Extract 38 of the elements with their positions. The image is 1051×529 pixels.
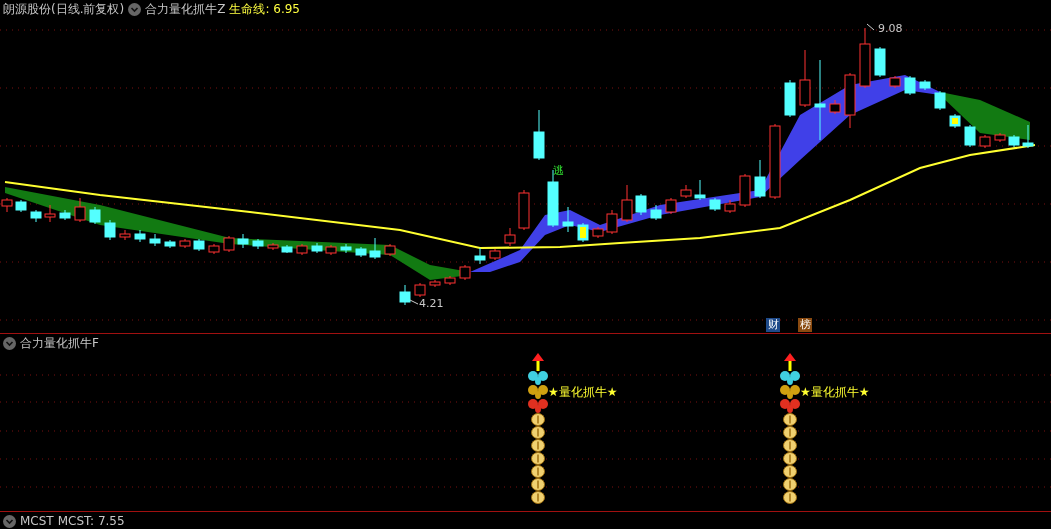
escape-signal-label: 逃 bbox=[553, 164, 564, 177]
butterfly-icon bbox=[780, 399, 800, 413]
money-bag-icon bbox=[528, 439, 548, 452]
money-bag-icon bbox=[780, 426, 800, 439]
butterfly-icon bbox=[780, 371, 800, 385]
butterfly-icon bbox=[528, 371, 548, 385]
money-bag-icon bbox=[780, 491, 800, 504]
indicator-name: MCST bbox=[20, 514, 54, 528]
money-bag-icon bbox=[780, 439, 800, 452]
money-bag-icon bbox=[528, 491, 548, 504]
lifeline-value: 生命线: 6.95 bbox=[229, 2, 300, 16]
event-badge[interactable]: 财 bbox=[766, 318, 780, 332]
indicator-name: 合力量化抓牛F bbox=[20, 336, 99, 350]
dropdown-icon[interactable] bbox=[128, 2, 142, 16]
low-price-label: 4.21 bbox=[419, 297, 444, 310]
money-bag-icon bbox=[780, 478, 800, 491]
leader-line bbox=[409, 299, 419, 305]
mcst-value: MCST: 7.55 bbox=[57, 514, 125, 528]
money-bag-icon bbox=[528, 426, 548, 439]
money-bag-icon bbox=[780, 452, 800, 465]
butterfly-icon bbox=[780, 385, 800, 399]
money-bag-icon bbox=[780, 465, 800, 478]
money-bag-icon bbox=[528, 465, 548, 478]
butterfly-icon bbox=[528, 399, 548, 413]
money-bag-icon bbox=[528, 413, 548, 426]
indicator-name: 合力量化抓牛Z bbox=[145, 2, 226, 16]
stock-title: 朗源股份(日线.前复权) bbox=[3, 2, 125, 16]
dropdown-icon[interactable] bbox=[3, 514, 16, 528]
money-bag-icon bbox=[528, 478, 548, 491]
money-bag-icon bbox=[528, 452, 548, 465]
leader-line bbox=[866, 23, 875, 31]
high-price-label: 9.08 bbox=[878, 22, 903, 35]
dropdown-icon[interactable] bbox=[3, 336, 16, 350]
signal-label: ★量化抓牛★ bbox=[548, 385, 618, 399]
butterfly-icon bbox=[528, 385, 548, 399]
event-badge[interactable]: 榜 bbox=[798, 318, 812, 332]
money-bag-icon bbox=[780, 413, 800, 426]
signal-label: ★量化抓牛★ bbox=[800, 385, 870, 399]
